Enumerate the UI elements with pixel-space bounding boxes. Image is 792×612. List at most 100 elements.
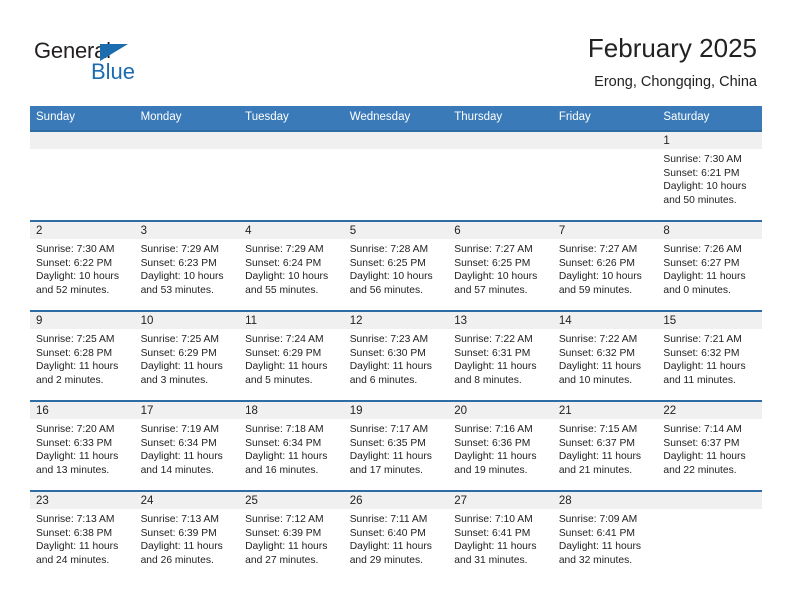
- day-cell[interactable]: [343, 132, 449, 220]
- day-details: Sunrise: 7:16 AM Sunset: 6:36 PM Dayligh…: [448, 419, 553, 490]
- day-cell[interactable]: [239, 132, 344, 220]
- daylight-text-line2: and 57 minutes.: [454, 284, 528, 296]
- day-cell[interactable]: 25 Sunrise: 7:12 AM Sunset: 6:39 PM Dayl…: [239, 492, 344, 580]
- day-number: 20: [448, 402, 553, 419]
- sunrise-text: Sunrise: 7:26 AM: [663, 244, 742, 255]
- day-cell[interactable]: 17 Sunrise: 7:19 AM Sunset: 6:34 PM Dayl…: [134, 402, 240, 490]
- day-cell[interactable]: 20 Sunrise: 7:16 AM Sunset: 6:36 PM Dayl…: [448, 402, 553, 490]
- day-details: Sunrise: 7:09 AM Sunset: 6:41 PM Dayligh…: [553, 509, 658, 580]
- day-cell[interactable]: 3 Sunrise: 7:29 AM Sunset: 6:23 PM Dayli…: [134, 222, 240, 310]
- day-details: Sunrise: 7:11 AM Sunset: 6:40 PM Dayligh…: [344, 509, 449, 580]
- sunset-text: Sunset: 6:22 PM: [36, 257, 113, 269]
- weekday-header-monday: Monday: [140, 111, 182, 123]
- day-cell[interactable]: [134, 132, 240, 220]
- day-cell[interactable]: 21 Sunrise: 7:15 AM Sunset: 6:37 PM Dayl…: [552, 402, 658, 490]
- day-cell[interactable]: 6 Sunrise: 7:27 AM Sunset: 6:25 PM Dayli…: [448, 222, 553, 310]
- day-cell[interactable]: 15 Sunrise: 7:21 AM Sunset: 6:32 PM Dayl…: [657, 312, 762, 400]
- day-number: [134, 132, 240, 149]
- calendar-week-row: 23 Sunrise: 7:13 AM Sunset: 6:38 PM Dayl…: [30, 490, 762, 580]
- sunset-text: Sunset: 6:39 PM: [245, 527, 322, 539]
- day-number: 6: [448, 222, 553, 239]
- day-cell[interactable]: [448, 132, 553, 220]
- day-cell[interactable]: [30, 132, 135, 220]
- day-cell[interactable]: 16 Sunrise: 7:20 AM Sunset: 6:33 PM Dayl…: [30, 402, 135, 490]
- day-cell[interactable]: 7 Sunrise: 7:27 AM Sunset: 6:26 PM Dayli…: [552, 222, 658, 310]
- day-details: Sunrise: 7:17 AM Sunset: 6:35 PM Dayligh…: [344, 419, 449, 490]
- sunset-text: Sunset: 6:26 PM: [558, 257, 635, 269]
- daylight-text-line1: Daylight: 11 hours: [36, 541, 119, 553]
- daylight-text-line1: Daylight: 11 hours: [454, 451, 537, 463]
- day-cell[interactable]: [657, 492, 762, 580]
- day-number: [239, 132, 344, 149]
- day-cell[interactable]: 10 Sunrise: 7:25 AM Sunset: 6:29 PM Dayl…: [134, 312, 240, 400]
- daylight-text-line1: Daylight: 11 hours: [454, 541, 537, 553]
- sunrise-text: Sunrise: 7:25 AM: [36, 334, 115, 345]
- daylight-text-line2: and 50 minutes.: [663, 194, 737, 206]
- daylight-text-line2: and 21 minutes.: [558, 464, 633, 476]
- daylight-text-line1: Daylight: 11 hours: [349, 541, 432, 553]
- day-cell[interactable]: 19 Sunrise: 7:17 AM Sunset: 6:35 PM Dayl…: [343, 402, 449, 490]
- sunrise-text: Sunrise: 7:14 AM: [663, 424, 742, 435]
- daylight-text-line2: and 10 minutes.: [558, 374, 633, 386]
- day-number: 10: [134, 312, 240, 329]
- sunrise-text: Sunrise: 7:28 AM: [349, 244, 429, 255]
- day-cell[interactable]: 14 Sunrise: 7:22 AM Sunset: 6:32 PM Dayl…: [552, 312, 658, 400]
- sunrise-text: Sunrise: 7:27 AM: [454, 244, 533, 255]
- day-cell[interactable]: 8 Sunrise: 7:26 AM Sunset: 6:27 PM Dayli…: [657, 222, 762, 310]
- calendar-week-row: 9 Sunrise: 7:25 AM Sunset: 6:28 PM Dayli…: [30, 310, 762, 400]
- daylight-text-line2: and 27 minutes.: [245, 554, 319, 566]
- day-number: 11: [239, 312, 344, 329]
- day-cell[interactable]: 26 Sunrise: 7:11 AM Sunset: 6:40 PM Dayl…: [343, 492, 449, 580]
- day-number: 3: [134, 222, 240, 239]
- day-cell[interactable]: 11 Sunrise: 7:24 AM Sunset: 6:29 PM Dayl…: [239, 312, 344, 400]
- day-number: 7: [552, 222, 658, 239]
- sunrise-text: Sunrise: 7:20 AM: [36, 424, 115, 435]
- day-details: [30, 149, 135, 220]
- sunset-text: Sunset: 6:31 PM: [454, 347, 531, 359]
- day-cell[interactable]: 22 Sunrise: 7:14 AM Sunset: 6:37 PM Dayl…: [657, 402, 762, 490]
- daylight-text-line2: and 2 minutes.: [36, 374, 104, 386]
- daylight-text-line2: and 32 minutes.: [558, 554, 633, 566]
- day-cell[interactable]: 12 Sunrise: 7:23 AM Sunset: 6:30 PM Dayl…: [343, 312, 449, 400]
- sunset-text: Sunset: 6:24 PM: [245, 257, 322, 269]
- daylight-text-line1: Daylight: 11 hours: [454, 361, 537, 373]
- sunset-text: Sunset: 6:27 PM: [663, 257, 740, 269]
- daylight-text-line2: and 31 minutes.: [454, 554, 528, 566]
- daylight-text-line1: Daylight: 11 hours: [558, 451, 642, 463]
- day-cell[interactable]: 13 Sunrise: 7:22 AM Sunset: 6:31 PM Dayl…: [448, 312, 553, 400]
- daylight-text-line1: Daylight: 10 hours: [558, 271, 642, 283]
- day-details: Sunrise: 7:22 AM Sunset: 6:32 PM Dayligh…: [553, 329, 658, 400]
- sunset-text: Sunset: 6:36 PM: [454, 437, 531, 449]
- page-subtitle-location: Erong, Chongqing, China: [594, 74, 757, 90]
- day-cell[interactable]: 24 Sunrise: 7:13 AM Sunset: 6:39 PM Dayl…: [134, 492, 240, 580]
- sunrise-text: Sunrise: 7:25 AM: [140, 334, 219, 345]
- day-cell[interactable]: 2 Sunrise: 7:30 AM Sunset: 6:22 PM Dayli…: [30, 222, 135, 310]
- sunset-text: Sunset: 6:40 PM: [349, 527, 426, 539]
- day-number: 16: [30, 402, 135, 419]
- daylight-text-line2: and 19 minutes.: [454, 464, 528, 476]
- daylight-text-line1: Daylight: 11 hours: [558, 541, 642, 553]
- sunrise-text: Sunrise: 7:23 AM: [349, 334, 429, 345]
- sunrise-text: Sunrise: 7:22 AM: [558, 334, 638, 345]
- day-details: Sunrise: 7:22 AM Sunset: 6:31 PM Dayligh…: [448, 329, 553, 400]
- sunset-text: Sunset: 6:30 PM: [349, 347, 426, 359]
- day-cell[interactable]: 23 Sunrise: 7:13 AM Sunset: 6:38 PM Dayl…: [30, 492, 135, 580]
- daylight-text-line1: Daylight: 11 hours: [36, 361, 119, 373]
- day-details: Sunrise: 7:30 AM Sunset: 6:21 PM Dayligh…: [657, 149, 762, 220]
- day-cell[interactable]: 5 Sunrise: 7:28 AM Sunset: 6:25 PM Dayli…: [343, 222, 449, 310]
- sunrise-text: Sunrise: 7:11 AM: [349, 514, 428, 525]
- day-details: Sunrise: 7:25 AM Sunset: 6:29 PM Dayligh…: [135, 329, 240, 400]
- sunset-text: Sunset: 6:34 PM: [245, 437, 322, 449]
- calendar-week-row: 16 Sunrise: 7:20 AM Sunset: 6:33 PM Dayl…: [30, 400, 762, 490]
- day-cell[interactable]: [552, 132, 658, 220]
- weekday-header-friday: Friday: [558, 111, 591, 123]
- day-number: 2: [30, 222, 135, 239]
- daylight-text-line1: Daylight: 11 hours: [663, 451, 746, 463]
- day-cell[interactable]: 9 Sunrise: 7:25 AM Sunset: 6:28 PM Dayli…: [30, 312, 135, 400]
- day-cell[interactable]: 18 Sunrise: 7:18 AM Sunset: 6:34 PM Dayl…: [239, 402, 344, 490]
- day-cell[interactable]: 28 Sunrise: 7:09 AM Sunset: 6:41 PM Dayl…: [552, 492, 658, 580]
- daylight-text-line2: and 52 minutes.: [36, 284, 110, 296]
- day-cell[interactable]: 27 Sunrise: 7:10 AM Sunset: 6:41 PM Dayl…: [448, 492, 553, 580]
- day-cell[interactable]: 1 Sunrise: 7:30 AM Sunset: 6:21 PM Dayli…: [657, 132, 762, 220]
- day-cell[interactable]: 4 Sunrise: 7:29 AM Sunset: 6:24 PM Dayli…: [239, 222, 344, 310]
